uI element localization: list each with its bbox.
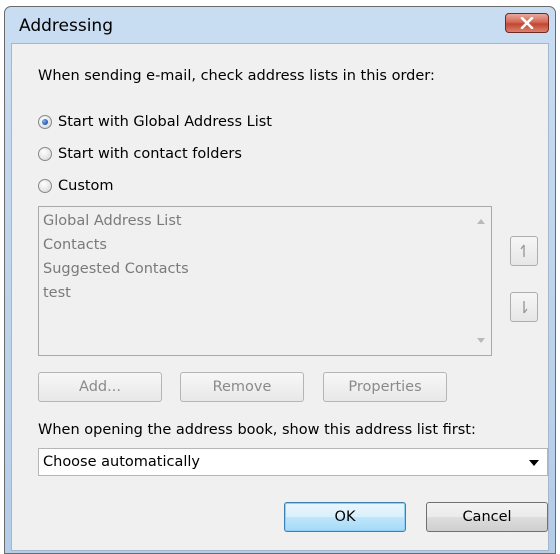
window-title: Addressing (19, 16, 113, 36)
dialog-content: When sending e-mail, check address lists… (11, 43, 549, 551)
address-list-box[interactable]: Global Address List Contacts Suggested C… (38, 206, 492, 356)
remove-button[interactable]: Remove (180, 372, 304, 402)
radio-button[interactable] (38, 179, 52, 193)
radio-global-address-list[interactable]: Start with Global Address List (38, 114, 272, 130)
radio-contact-folders[interactable]: Start with contact folders (38, 146, 242, 162)
list-item[interactable]: test (43, 285, 71, 301)
dropdown-selected-value: Choose automatically (43, 454, 200, 470)
radio-custom[interactable]: Custom (38, 178, 114, 194)
search-order-heading: When sending e-mail, check address lists… (38, 68, 435, 84)
move-down-button[interactable] (510, 292, 538, 322)
list-item[interactable]: Contacts (43, 237, 107, 253)
radio-button[interactable] (38, 147, 52, 161)
radio-label: Start with Global Address List (58, 114, 272, 130)
list-item[interactable]: Global Address List (43, 213, 182, 229)
title-bar[interactable]: Addressing (5, 7, 555, 43)
move-up-button[interactable] (510, 236, 538, 266)
list-item[interactable]: Suggested Contacts (43, 261, 189, 277)
properties-button[interactable]: Properties (323, 372, 447, 402)
close-x-icon (520, 17, 534, 29)
address-book-dropdown[interactable]: Choose automatically (38, 448, 548, 476)
ok-button[interactable]: OK (284, 502, 406, 532)
addressing-dialog: Addressing When sending e-mail, check ad… (4, 6, 556, 554)
add-button[interactable]: Add... (38, 372, 162, 402)
close-button[interactable] (505, 13, 549, 33)
radio-label: Custom (58, 178, 114, 194)
scroll-down-icon[interactable] (477, 338, 485, 343)
radio-button-selected[interactable] (38, 115, 52, 129)
address-book-heading: When opening the address book, show this… (38, 422, 476, 438)
cancel-button[interactable]: Cancel (426, 502, 548, 532)
arrow-up-icon (520, 244, 525, 257)
scroll-up-icon[interactable] (477, 219, 485, 224)
arrow-down-icon (523, 301, 528, 314)
radio-label: Start with contact folders (58, 146, 242, 162)
chevron-down-icon[interactable] (529, 460, 539, 466)
